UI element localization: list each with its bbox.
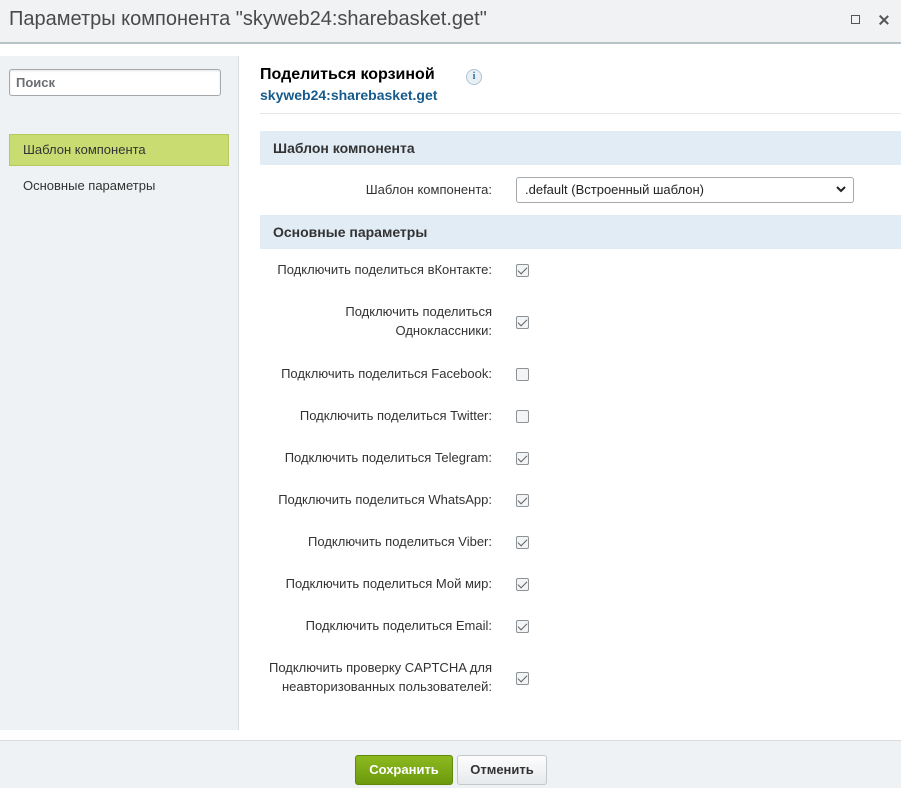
section-heading-template: Шаблон компонента: [260, 131, 901, 165]
checkbox-whatsapp[interactable]: [516, 494, 529, 507]
window-titlebar: Параметры компонента "skyweb24:sharebask…: [0, 0, 901, 44]
close-icon[interactable]: [876, 12, 892, 28]
checkbox-facebook[interactable]: [516, 368, 529, 381]
footer: Сохранить Отменить: [0, 740, 901, 788]
option-label: Подключить поделиться Facebook:: [281, 366, 492, 381]
section-heading-main: Основные параметры: [260, 215, 901, 249]
checkbox-twitter[interactable]: [516, 410, 529, 423]
maximize-icon[interactable]: [848, 12, 864, 28]
checkbox-moi-mir[interactable]: [516, 578, 529, 591]
window-title: Параметры компонента "skyweb24:sharebask…: [9, 8, 487, 30]
template-select[interactable]: .default (Встроенный шаблон): [516, 177, 854, 203]
option-label: Подключить поделиться Одноклассники:: [345, 304, 492, 338]
option-label: Подключить поделиться Twitter:: [299, 408, 492, 423]
component-code: skyweb24:sharebasket.get: [260, 87, 438, 103]
checkbox-viber[interactable]: [516, 536, 529, 549]
checkbox-vkontakte[interactable]: [516, 264, 529, 277]
template-label: Шаблон компонента:: [365, 182, 492, 197]
checkbox-odnoklassniki[interactable]: [516, 316, 529, 329]
option-label: Подключить поделиться WhatsApp:: [278, 492, 492, 507]
sidebar-item-main-params[interactable]: Основные параметры: [9, 170, 229, 202]
search-input[interactable]: [9, 69, 221, 96]
option-label: Подключить поделиться Viber:: [308, 534, 492, 549]
save-button[interactable]: Сохранить: [355, 755, 453, 785]
option-label: Подключить проверку CAPTCHA для неавтори…: [268, 660, 492, 694]
divider: [260, 113, 901, 114]
option-label: Подключить поделиться вКонтакте:: [277, 262, 492, 277]
checkbox-telegram[interactable]: [516, 452, 529, 465]
main-panel: Поделиться корзиной i skyweb24:sharebask…: [240, 56, 901, 740]
option-label: Подключить поделиться Мой мир:: [285, 576, 492, 591]
template-select-value: .default (Встроенный шаблон): [525, 182, 704, 197]
sidebar: Шаблон компонента Основные параметры: [0, 56, 239, 730]
sidebar-item-template[interactable]: Шаблон компонента: [9, 134, 229, 166]
checkbox-email[interactable]: [516, 620, 529, 633]
option-label: Подключить поделиться Email:: [305, 618, 492, 633]
option-label: Подключить поделиться Telegram:: [284, 450, 492, 465]
cancel-button[interactable]: Отменить: [457, 755, 547, 785]
info-icon[interactable]: i: [466, 69, 482, 85]
checkbox-captcha[interactable]: [516, 672, 529, 685]
component-title: Поделиться корзиной: [260, 66, 435, 83]
chevron-down-icon: [836, 186, 846, 193]
